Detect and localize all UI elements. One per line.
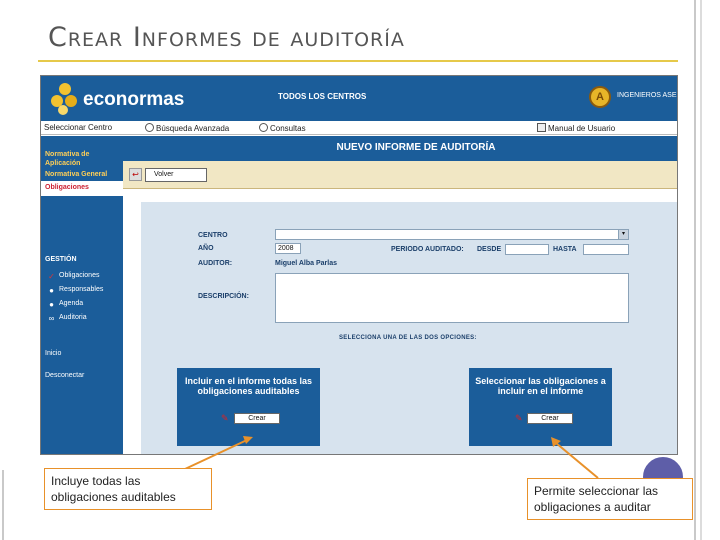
pen-icon: ✎ (221, 413, 229, 423)
option-select-text: Seleccionar las obligaciones a incluir e… (475, 376, 606, 396)
desde-input[interactable] (505, 244, 549, 255)
sidebar-item-label: Obligaciones (59, 272, 100, 279)
centro-label: CENTRO (198, 232, 228, 239)
sidebar-item-desconectar[interactable]: Desconectar (45, 372, 84, 379)
callout-right: Permite seleccionar las obligaciones a a… (527, 478, 693, 520)
option-select: Seleccionar las obligaciones a incluir e… (469, 368, 612, 446)
auditor-label: AUDITOR: (198, 260, 233, 267)
slide-title: Crear Informes de auditoría (48, 22, 405, 53)
check-icon: ✓ (48, 272, 55, 281)
pen-icon: ✎ (515, 413, 523, 423)
centro-select[interactable]: ▾ (275, 229, 629, 240)
sidebar-item-auditoria[interactable]: ∞ Auditoria (47, 314, 87, 323)
sidebar-item-label: Obligaciones (45, 184, 89, 191)
sidebar-item-label: Auditoria (59, 314, 87, 321)
anio-input[interactable]: 2008 (275, 243, 301, 254)
nav-manual-usuario[interactable]: Manual de Usuario (537, 123, 615, 133)
audit-form: CENTRO ▾ AÑO 2008 PERIODO AUDITADO: DESD… (141, 202, 677, 454)
gear-icon (145, 123, 154, 132)
periodo-label: PERIODO AUDITADO: (391, 246, 464, 253)
sidebar-item-label: Responsables (59, 286, 104, 293)
anio-label: AÑO (198, 245, 214, 252)
sidebar-item-normativa-general[interactable]: Normativa General (45, 170, 107, 179)
crear-all-button[interactable]: Crear (234, 413, 280, 424)
app-screenshot: econormas TODOS LOS CENTROS A INGENIEROS… (40, 75, 678, 455)
app-navbar: Seleccionar Centro Búsqueda Avanzada Con… (41, 121, 677, 135)
app-logo-text[interactable]: econormas (83, 89, 184, 111)
nav-label: Manual de Usuario (548, 124, 616, 133)
slide-frame-line (694, 0, 696, 540)
gear-icon (259, 123, 268, 132)
hasta-label: HASTA (553, 246, 577, 253)
back-icon[interactable]: ↩ (129, 168, 142, 181)
callout-left: Incluye todas las obligaciones auditable… (44, 468, 212, 510)
crear-select-button[interactable]: Crear (527, 413, 573, 424)
brand: A INGENIEROS ASE (589, 84, 677, 112)
auditor-value: Miguel Alba Parlas (275, 260, 337, 267)
volver-button[interactable]: Volver (145, 168, 207, 182)
brand-logo-icon: A (589, 86, 611, 108)
slide-frame-line (700, 0, 702, 540)
sidebar-item-agenda[interactable]: ● Agenda (47, 300, 83, 309)
main-content: NUEVO INFORME DE AUDITORÍA ↩ Volver CENT… (123, 136, 677, 454)
glasses-icon: ∞ (48, 314, 55, 323)
slide-frame-line (2, 470, 4, 540)
sidebar-item-inicio[interactable]: Inicio (45, 350, 61, 357)
center-selection-title: TODOS LOS CENTROS (278, 92, 367, 101)
selection-hint: SELECCIONA UNA DE LAS DOS OPCIONES: (339, 335, 477, 341)
sidebar-item-normativa-aplicacion[interactable]: Normativa de Aplicación (45, 150, 105, 168)
app-header: econormas TODOS LOS CENTROS A INGENIEROS… (41, 76, 677, 121)
nav-consultas[interactable]: Consultas (259, 123, 306, 133)
person-icon: ● (49, 286, 54, 295)
hasta-input[interactable] (583, 244, 629, 255)
sidebar-section-gestion: GESTIÓN (45, 256, 77, 263)
nav-seleccionar-centro[interactable]: Seleccionar Centro (44, 123, 112, 132)
nav-busqueda-avanzada[interactable]: Búsqueda Avanzada (145, 123, 229, 133)
option-include-all-text: Incluir en el informe todas las obligaci… (184, 376, 313, 396)
sidebar-item-obligaciones-gestion[interactable]: ✓ Obligaciones (47, 272, 99, 281)
descripcion-label: DESCRIPCIÓN: (198, 293, 249, 300)
page-title: NUEVO INFORME DE AUDITORÍA (123, 136, 677, 161)
brand-text: INGENIEROS ASE (617, 92, 677, 99)
app-sidebar: Normativa de Aplicación Normativa Genera… (41, 136, 123, 454)
sidebar-item-responsables[interactable]: ● Responsables (47, 286, 103, 295)
sidebar-item-obligaciones[interactable]: Obligaciones (41, 181, 123, 196)
pdf-icon (537, 123, 546, 132)
nav-label: Consultas (270, 124, 306, 133)
sidebar-item-label: Agenda (59, 300, 84, 307)
person-icon: ● (49, 300, 54, 309)
nav-label: Búsqueda Avanzada (156, 124, 230, 133)
option-include-all: Incluir en el informe todas las obligaci… (177, 368, 320, 446)
title-underline (38, 60, 678, 62)
toolbar: ↩ Volver (123, 161, 677, 189)
econormas-logo-icon (51, 83, 77, 115)
chevron-down-icon[interactable]: ▾ (618, 230, 628, 239)
descripcion-textarea[interactable] (275, 273, 629, 323)
desde-label: DESDE (477, 246, 502, 253)
